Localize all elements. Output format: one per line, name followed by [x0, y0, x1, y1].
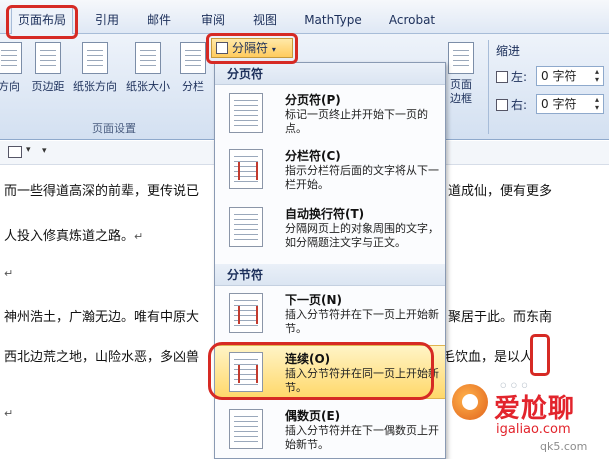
tab-references[interactable]: 引用 — [90, 9, 124, 31]
paragraph-mark: ↵ — [134, 230, 144, 243]
tab-acrobat[interactable]: Acrobat — [384, 9, 440, 31]
doc-line-4: 西北边荒之地，山险水恶，多凶兽 — [4, 350, 200, 365]
doc-line-1-tail: 道成仙，便有更多 — [448, 184, 553, 199]
text-direction-label: 方向 — [0, 80, 20, 93]
margins-button[interactable]: 页边距 — [28, 42, 68, 94]
margins-label: 页边距 — [31, 80, 65, 93]
indent-right-input[interactable]: 0 字符 — [536, 94, 604, 114]
menu-item-title: 下一页(N) — [285, 293, 343, 307]
paper-size-button[interactable]: 纸张大小 — [122, 42, 174, 94]
menu-item-desc: 插入分节符并在下一偶数页上开始新节。 — [285, 424, 439, 451]
page-borders-button[interactable]: 页面 边框 — [444, 42, 478, 106]
indent-right-label: 右: — [511, 98, 528, 112]
highlight-page-layout-tab — [6, 5, 78, 39]
orientation-icon — [82, 42, 108, 74]
text-direction-button[interactable]: 方向 — [0, 42, 24, 94]
quick-style-icon[interactable] — [8, 146, 22, 158]
empty-paragraph: ↵ — [4, 406, 13, 421]
chevron-down-icon[interactable]: ▾ — [26, 145, 31, 155]
even-page-icon — [229, 409, 263, 449]
cursor-highlight-box — [530, 334, 550, 376]
menu-item-title: 偶数页(E) — [285, 409, 341, 423]
doc-line-4-tail: 毛饮血，是以人 — [442, 350, 534, 365]
indent-right-label-row: 右: — [496, 96, 527, 113]
menu-item-desc: 标记一页终止并开始下一页的点。 — [285, 108, 428, 135]
columns-label: 分栏 — [182, 80, 204, 93]
page-borders-icon — [448, 42, 474, 74]
ribbon-tab-bar: 页面布局 引用 邮件 审阅 视图 MathType Acrobat — [0, 0, 609, 34]
doc-line-1: 而一些得道高深的前辈，更传说已 — [4, 184, 200, 199]
empty-paragraph: ↵ — [4, 266, 13, 281]
page-break-icon — [229, 93, 263, 133]
watermark-url: igaliao.com — [496, 422, 571, 437]
indent-group-title: 缩进 — [496, 44, 521, 58]
menu-item-even-page[interactable]: 偶数页(E) 插入分节符并在下一偶数页上开始新节。 — [215, 403, 445, 457]
menu-item-next-page[interactable]: 下一页(N) 插入分节符并在下一页上开始新节。 — [215, 287, 445, 341]
more-icon[interactable]: ▾ — [42, 146, 47, 156]
columns-button[interactable]: 分栏 — [176, 42, 210, 94]
column-break-icon — [229, 149, 263, 189]
doc-line-3: 神州浩土，广瀚无边。唯有中原大 — [4, 310, 200, 325]
watermark-text: 爱尬聊 — [494, 394, 576, 424]
menu-item-title: 分栏符(C) — [285, 149, 341, 163]
menu-item-title: 自动换行符(T) — [285, 207, 365, 221]
watermark-url-secondary: qk5.com — [540, 440, 588, 453]
menu-item-desc: 指示分栏符后面的文字将从下一栏开始。 — [285, 164, 439, 191]
menu-item-column-break[interactable]: 分栏符(C) 指示分栏符后面的文字将从下一栏开始。 — [215, 143, 445, 197]
indent-left-label: 左: — [511, 70, 528, 84]
indent-right-icon — [496, 99, 508, 111]
menu-item-title: 分页符(P) — [285, 93, 341, 107]
text-direction-icon — [0, 42, 22, 74]
orientation-button[interactable]: 纸张方向 — [70, 42, 120, 94]
highlight-breaks-button — [206, 33, 298, 64]
doc-line-3-tail: 聚居于此。而东南 — [448, 310, 553, 325]
ribbon-divider — [488, 40, 489, 134]
watermark-logo-inner — [462, 394, 478, 410]
columns-icon — [180, 42, 206, 74]
tab-view[interactable]: 视图 — [248, 9, 282, 31]
tab-mailings[interactable]: 邮件 — [142, 9, 176, 31]
paragraph-mark: ↵ — [4, 267, 14, 280]
page-breaks-section-header: 分页符 — [215, 63, 445, 85]
menu-item-page-break[interactable]: 分页符(P) 标记一页终止并开始下一页的点。 — [215, 87, 445, 141]
indent-left-label-row: 左: — [496, 68, 527, 85]
paper-size-icon — [135, 42, 161, 74]
page-borders-label: 页面 边框 — [450, 78, 472, 105]
doc-line-2: 人投入修真炼道之路。↵ — [4, 225, 143, 244]
menu-item-text-wrapping-break[interactable]: 自动换行符(T) 分隔网页上的对象周围的文字，如分隔题注文字与正文。 — [215, 201, 445, 255]
orientation-label: 纸张方向 — [73, 80, 117, 93]
menu-item-desc: 插入分节符并在下一页上开始新节。 — [285, 308, 439, 335]
tab-mathtype[interactable]: MathType — [300, 9, 366, 31]
indent-left-icon — [496, 71, 508, 83]
next-page-icon — [229, 293, 263, 333]
page-setup-group-label: 页面设置 — [92, 122, 136, 135]
doc-line-2-text: 人投入修真炼道之路。 — [4, 229, 135, 244]
tab-review[interactable]: 审阅 — [196, 9, 230, 31]
paper-size-label: 纸张大小 — [126, 80, 170, 93]
menu-item-desc: 分隔网页上的对象周围的文字，如分隔题注文字与正文。 — [285, 222, 439, 249]
text-wrapping-icon — [229, 207, 263, 247]
margins-icon — [35, 42, 61, 74]
highlight-continuous-item — [208, 342, 434, 400]
paragraph-mark: ↵ — [4, 407, 14, 420]
indent-left-input[interactable]: 0 字符 — [536, 66, 604, 86]
section-breaks-section-header: 分节符 — [215, 264, 445, 286]
